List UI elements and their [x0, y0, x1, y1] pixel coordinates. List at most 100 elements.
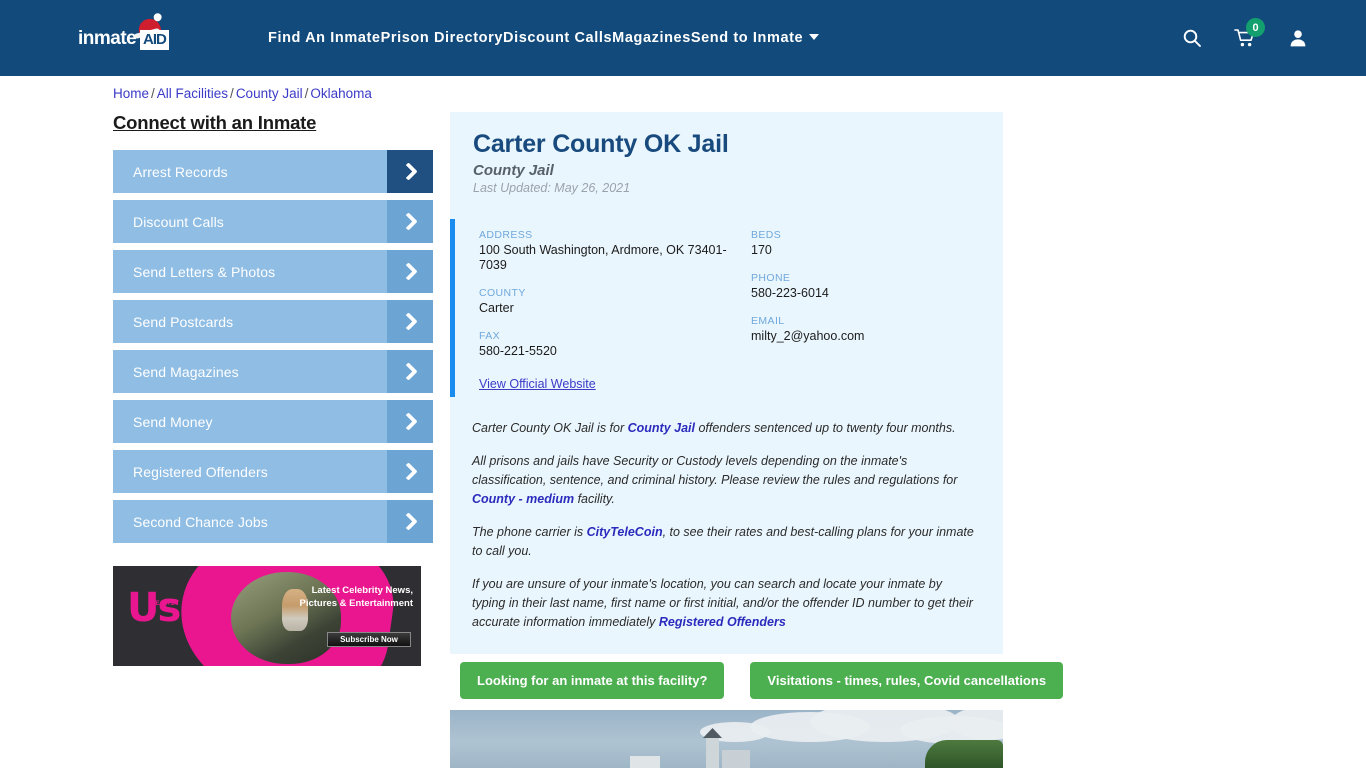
nav-item-send-to-inmate[interactable]: Send to Inmate [690, 30, 820, 46]
desc-p2-link-county-medium[interactable]: County - medium [472, 492, 574, 506]
sidebar-item-send-postcards[interactable]: Send Postcards [113, 300, 433, 343]
user-icon[interactable] [1288, 28, 1308, 48]
sidebar-item-label: Send Letters & Photos [133, 263, 276, 280]
breadcrumb-separator: / [151, 86, 155, 101]
logo-badge: AID [140, 30, 169, 50]
chevron-down-icon [809, 34, 820, 40]
nav-icon-group: 0 [1150, 0, 1308, 76]
desc-p1-link-county-jail[interactable]: County Jail [628, 421, 695, 435]
search-icon[interactable] [1182, 28, 1202, 48]
facility-info-block: ADDRESS 100 South Washington, Ardmore, O… [450, 219, 1003, 415]
breadcrumb: Home / All Facilities / County Jail / Oklahoma [113, 86, 372, 101]
view-official-website-link[interactable]: View Official Website [479, 377, 596, 391]
cta-button-row: Looking for an inmate at this facility? … [460, 662, 1064, 699]
facility-description: Carter County OK Jail is for County Jail… [450, 415, 1003, 654]
facility-last-updated: Last Updated: May 26, 2021 [473, 181, 631, 195]
beds-label: BEDS [751, 229, 782, 241]
phone-value: 580-223-6014 [751, 286, 829, 300]
chevron-right-icon [387, 250, 433, 293]
chevron-right-icon [387, 200, 433, 243]
sidebar-title: Connect with an Inmate [113, 112, 317, 133]
description-paragraph-4: If you are unsure of your inmate's locat… [472, 575, 977, 632]
visitations-button[interactable]: Visitations - times, rules, Covid cancel… [750, 662, 1064, 699]
desc-p1-text-b: offenders sentenced up to twenty four mo… [694, 421, 956, 435]
nav-item-find-an-inmate[interactable]: Find An Inmate [268, 30, 381, 46]
beds-value: 170 [751, 243, 772, 257]
description-paragraph-1: Carter County OK Jail is for County Jail… [472, 419, 977, 438]
sidebar-item-label: Discount Calls [133, 213, 224, 230]
info-accent-bar [450, 219, 455, 397]
desc-p3-link-citytelecoin[interactable]: CityTeleCoin [587, 525, 663, 539]
sidebar-item-send-letters-photos[interactable]: Send Letters & Photos [113, 250, 433, 293]
ad-brand-sublogo: WEEKLY [149, 601, 181, 607]
sidebar-advertisement[interactable]: Us WEEKLY Latest Celebrity News, Picture… [113, 566, 421, 666]
county-label: COUNTY [479, 287, 526, 299]
cart-count-badge: 0 [1246, 18, 1265, 37]
sidebar-item-arrest-records[interactable]: Arrest Records [113, 150, 433, 193]
building-shape [630, 756, 660, 768]
breadcrumb-separator: / [230, 86, 234, 101]
logo-text: inmate [78, 28, 137, 49]
address-label: ADDRESS [479, 229, 533, 241]
sidebar-item-label: Send Money [133, 413, 213, 430]
facility-info-left-column: ADDRESS 100 South Washington, Ardmore, O… [479, 229, 751, 393]
sidebar-item-label: Second Chance Jobs [133, 513, 268, 530]
sidebar-item-label: Send Postcards [133, 313, 234, 330]
breadcrumb-item-county-jail[interactable]: County Jail [236, 86, 303, 101]
desc-p2-text-b: facility. [574, 492, 615, 506]
sidebar-item-discount-calls[interactable]: Discount Calls [113, 200, 433, 243]
breadcrumb-item-all-facilities[interactable]: All Facilities [157, 86, 228, 101]
sidebar-item-label: Arrest Records [133, 163, 228, 180]
facility-photo [450, 710, 1003, 768]
phone-label: PHONE [751, 272, 791, 284]
facility-header: Carter County OK Jail County Jail Last U… [450, 112, 1003, 195]
chevron-right-icon [387, 350, 433, 393]
desc-p2-text-a: All prisons and jails have Security or C… [472, 454, 958, 487]
email-label: EMAIL [751, 315, 785, 327]
chevron-right-icon [387, 300, 433, 343]
breadcrumb-item-oklahoma[interactable]: Oklahoma [310, 86, 372, 101]
sidebar-item-label: Send Magazines [133, 363, 239, 380]
site-logo[interactable]: inmate AID [78, 16, 186, 56]
desc-p1-text-a: Carter County OK Jail is for [472, 421, 628, 435]
nav-item-send-to-inmate-label: Send to Inmate [690, 30, 804, 46]
top-navigation-bar: inmate AID Find An Inmate Prison Directo… [0, 0, 1366, 76]
breadcrumb-separator: / [304, 86, 309, 101]
ad-brand-logo: Us [127, 585, 181, 631]
desc-p3-text-a: The phone carrier is [472, 525, 587, 539]
nav-item-magazines[interactable]: Magazines [612, 30, 691, 46]
breadcrumb-item-home[interactable]: Home [113, 86, 149, 101]
sidebar-item-second-chance-jobs[interactable]: Second Chance Jobs [113, 500, 433, 543]
desc-p4-link-registered-offenders[interactable]: Registered Offenders [659, 615, 786, 629]
nav-item-prison-directory[interactable]: Prison Directory [381, 30, 503, 46]
address-value: 100 South Washington, Ardmore, OK 73401-… [479, 243, 727, 272]
sidebar: Connect with an Inmate Arrest Records Di… [113, 112, 433, 550]
tower-shape [706, 736, 719, 768]
primary-nav: Find An Inmate Prison Directory Discount… [268, 0, 820, 76]
description-paragraph-3: The phone carrier is CityTeleCoin, to se… [472, 523, 977, 561]
sidebar-item-registered-offenders[interactable]: Registered Offenders [113, 450, 433, 493]
chevron-right-icon [387, 450, 433, 493]
sidebar-item-send-money[interactable]: Send Money [113, 400, 433, 443]
page-title: Carter County OK Jail [473, 130, 729, 158]
fax-label: FAX [479, 330, 501, 342]
facility-detail-card: Carter County OK Jail County Jail Last U… [450, 112, 1003, 654]
building-shape [722, 750, 750, 768]
description-paragraph-2: All prisons and jails have Security or C… [472, 452, 977, 509]
ad-subscribe-button[interactable]: Subscribe Now [327, 632, 411, 647]
sidebar-item-label: Registered Offenders [133, 463, 268, 480]
chevron-right-icon [387, 150, 433, 193]
cart-icon[interactable]: 0 [1234, 18, 1265, 48]
facility-type: County Jail [473, 162, 554, 179]
email-value: milty_2@yahoo.com [751, 329, 865, 343]
county-value: Carter [479, 301, 514, 315]
nav-item-discount-calls[interactable]: Discount Calls [503, 30, 612, 46]
facility-info-right-column: BEDS 170 PHONE 580-223-6014 EMAIL milty_… [751, 229, 991, 393]
chevron-right-icon [387, 500, 433, 543]
sidebar-item-send-magazines[interactable]: Send Magazines [113, 350, 433, 393]
fax-value: 580-221-5520 [479, 344, 557, 358]
looking-for-inmate-button[interactable]: Looking for an inmate at this facility? [460, 662, 725, 699]
chevron-right-icon [387, 400, 433, 443]
ad-copy-text: Latest Celebrity News, Pictures & Entert… [299, 585, 414, 609]
treeline-shape [925, 740, 1003, 768]
